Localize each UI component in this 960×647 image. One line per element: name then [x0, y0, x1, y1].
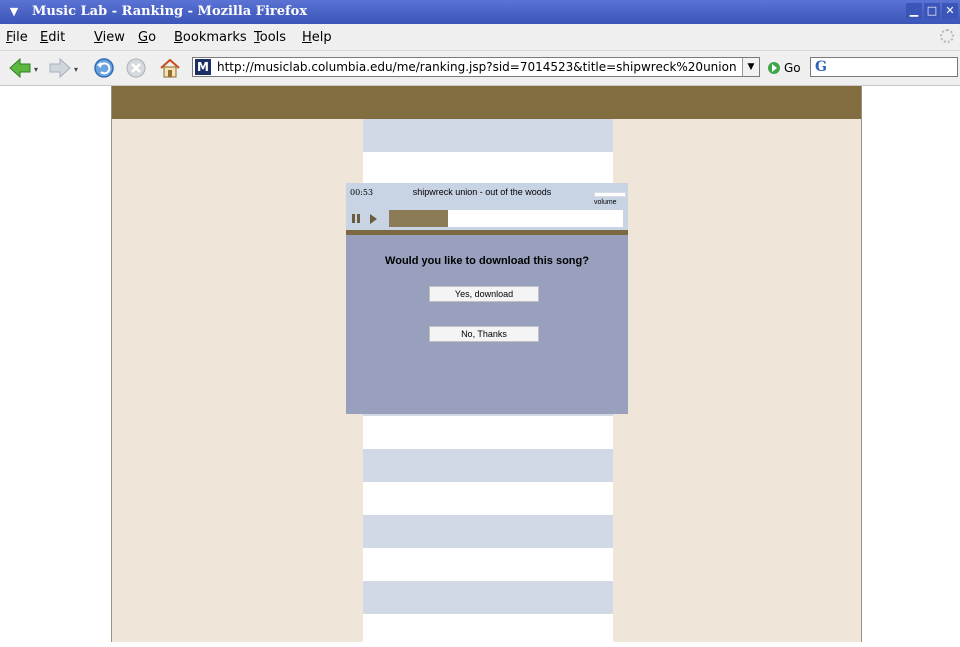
volume-label: volume	[594, 199, 617, 206]
menu-file-label: ile	[12, 30, 28, 45]
activity-throbber-icon	[940, 29, 954, 43]
site-favicon-icon: M	[195, 59, 211, 75]
song-row[interactable]	[363, 416, 613, 449]
song-row[interactable]	[363, 152, 613, 185]
go-button[interactable]: Go	[768, 60, 801, 76]
search-input[interactable]: G	[810, 57, 958, 77]
song-row[interactable]	[363, 614, 613, 647]
navigation-toolbar: ▾ ▾ M http://musiclab.columbia.edu/me/ra…	[0, 51, 960, 86]
player-time: 00:53	[350, 188, 374, 197]
stop-icon[interactable]	[124, 56, 148, 80]
menu-tools[interactable]: Tools	[254, 30, 286, 45]
song-row[interactable]	[363, 119, 613, 152]
window-controls: ▁ □ ✕	[904, 3, 958, 19]
search-engine-icon[interactable]: G	[815, 59, 827, 75]
go-label: Go	[784, 61, 801, 75]
pause-icon[interactable]	[352, 214, 361, 223]
forward-arrow-icon[interactable]	[48, 56, 72, 80]
song-row[interactable]	[363, 482, 613, 515]
download-dialog: 00:53 shipwreck union - out of the woods…	[346, 183, 628, 414]
address-bar[interactable]: M http://musiclab.columbia.edu/me/rankin…	[192, 57, 760, 77]
address-history-dropdown-icon[interactable]: ▼	[742, 58, 759, 76]
window-menu-icon[interactable]: ▼	[6, 4, 22, 20]
go-arrow-icon	[768, 62, 780, 74]
song-row[interactable]	[363, 449, 613, 482]
forward-history-dropdown-icon[interactable]: ▾	[74, 65, 78, 74]
player-song-title: shipwreck union - out of the woods	[412, 187, 552, 197]
window-title: Music Lab - Ranking - Mozilla Firefox	[32, 4, 308, 19]
address-url[interactable]: http://musiclab.columbia.edu/me/ranking.…	[217, 60, 737, 75]
back-history-dropdown-icon[interactable]: ▾	[34, 65, 38, 74]
minimize-icon[interactable]: ▁	[906, 3, 922, 19]
play-icon[interactable]	[370, 214, 377, 224]
song-row[interactable]	[363, 581, 613, 614]
close-icon[interactable]: ✕	[942, 3, 958, 19]
menu-help[interactable]: Help	[302, 30, 332, 45]
reload-icon[interactable]	[92, 56, 116, 80]
back-arrow-icon[interactable]	[8, 56, 32, 80]
menu-go[interactable]: Go	[138, 30, 156, 45]
volume-slider[interactable]	[594, 192, 626, 197]
menu-file[interactable]: File	[6, 30, 28, 45]
menu-view[interactable]: View	[94, 30, 125, 45]
no-thanks-button[interactable]: No, Thanks	[429, 326, 539, 342]
playback-progress-fill	[389, 210, 448, 227]
yes-download-button[interactable]: Yes, download	[429, 286, 539, 302]
download-question: Would you like to download this song?	[385, 255, 589, 267]
window-title-bar: ▼ Music Lab - Ranking - Mozilla Firefox …	[0, 0, 960, 24]
site-header-bar	[112, 86, 861, 119]
menu-edit[interactable]: Edit	[40, 30, 65, 45]
song-row[interactable]	[363, 548, 613, 581]
menu-bookmarks[interactable]: Bookmarks	[174, 30, 247, 45]
maximize-icon[interactable]: □	[924, 3, 940, 19]
playback-progress-bar[interactable]	[389, 210, 623, 227]
menu-bar: File Edit View Go Bookmarks Tools Help	[0, 24, 960, 51]
home-icon[interactable]	[158, 56, 182, 80]
song-row[interactable]	[363, 515, 613, 548]
music-player: 00:53 shipwreck union - out of the woods…	[346, 183, 628, 235]
